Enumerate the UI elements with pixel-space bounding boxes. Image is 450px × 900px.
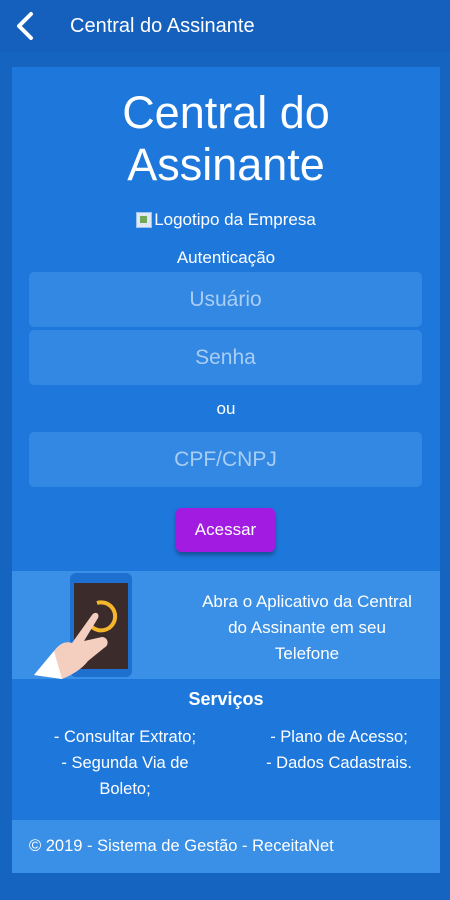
open-app-text: Abra o Aplicativo da Central do Assinant… — [174, 589, 440, 667]
page-title: Central do Assinante — [12, 87, 440, 191]
service-item: - Consultar Extrato; — [53, 728, 197, 746]
submit-button[interactable]: Acessar — [176, 508, 275, 552]
back-button[interactable] — [0, 0, 50, 52]
or-separator: ou — [216, 399, 236, 418]
arrow-left-icon — [17, 12, 33, 40]
app-bar-title: Central do Assinante — [70, 14, 255, 37]
cpf-cnpj-input[interactable] — [29, 432, 422, 487]
open-app-text-line-2: do Assinante em seu — [228, 618, 386, 637]
authentication-label: Autenticação — [176, 248, 276, 267]
open-app-banner[interactable]: Abra o Aplicativo da Central do Assinant… — [12, 571, 440, 679]
footer: © 2019 - Sistema de Gestão - ReceitaNet — [12, 820, 440, 873]
services-list-left: - Consultar Extrato; - Segunda Via de Bo… — [25, 724, 225, 802]
company-logo: Logotipo da Empresa — [12, 210, 440, 230]
service-item: - Plano de Acesso; — [270, 728, 408, 746]
services-list-right: - Plano de Acesso; - Dados Cadastrais. — [244, 724, 434, 776]
phone-tap-icon — [34, 573, 132, 679]
open-app-text-line-3: Telefone — [274, 644, 340, 663]
services-heading: Serviços — [188, 689, 264, 709]
service-item: - Dados Cadastrais. — [266, 754, 412, 772]
broken-image-icon — [136, 212, 153, 228]
app-bar: Central do Assinante — [0, 0, 450, 52]
page-title-line-1: Central do — [122, 87, 330, 138]
open-app-text-line-1: Abra o Aplicativo da Central — [202, 592, 412, 611]
password-input[interactable] — [29, 330, 422, 385]
username-input[interactable] — [29, 272, 422, 327]
footer-text: © 2019 - Sistema de Gestão - ReceitaNet — [29, 837, 334, 855]
company-logo-alt-text: Logotipo da Empresa — [154, 210, 316, 229]
login-card: Central do Assinante Logotipo da Empresa… — [12, 67, 440, 873]
service-item: Boleto; — [99, 780, 151, 798]
page-title-line-2: Assinante — [127, 139, 325, 190]
service-item: - Segunda Via de — [61, 754, 189, 772]
